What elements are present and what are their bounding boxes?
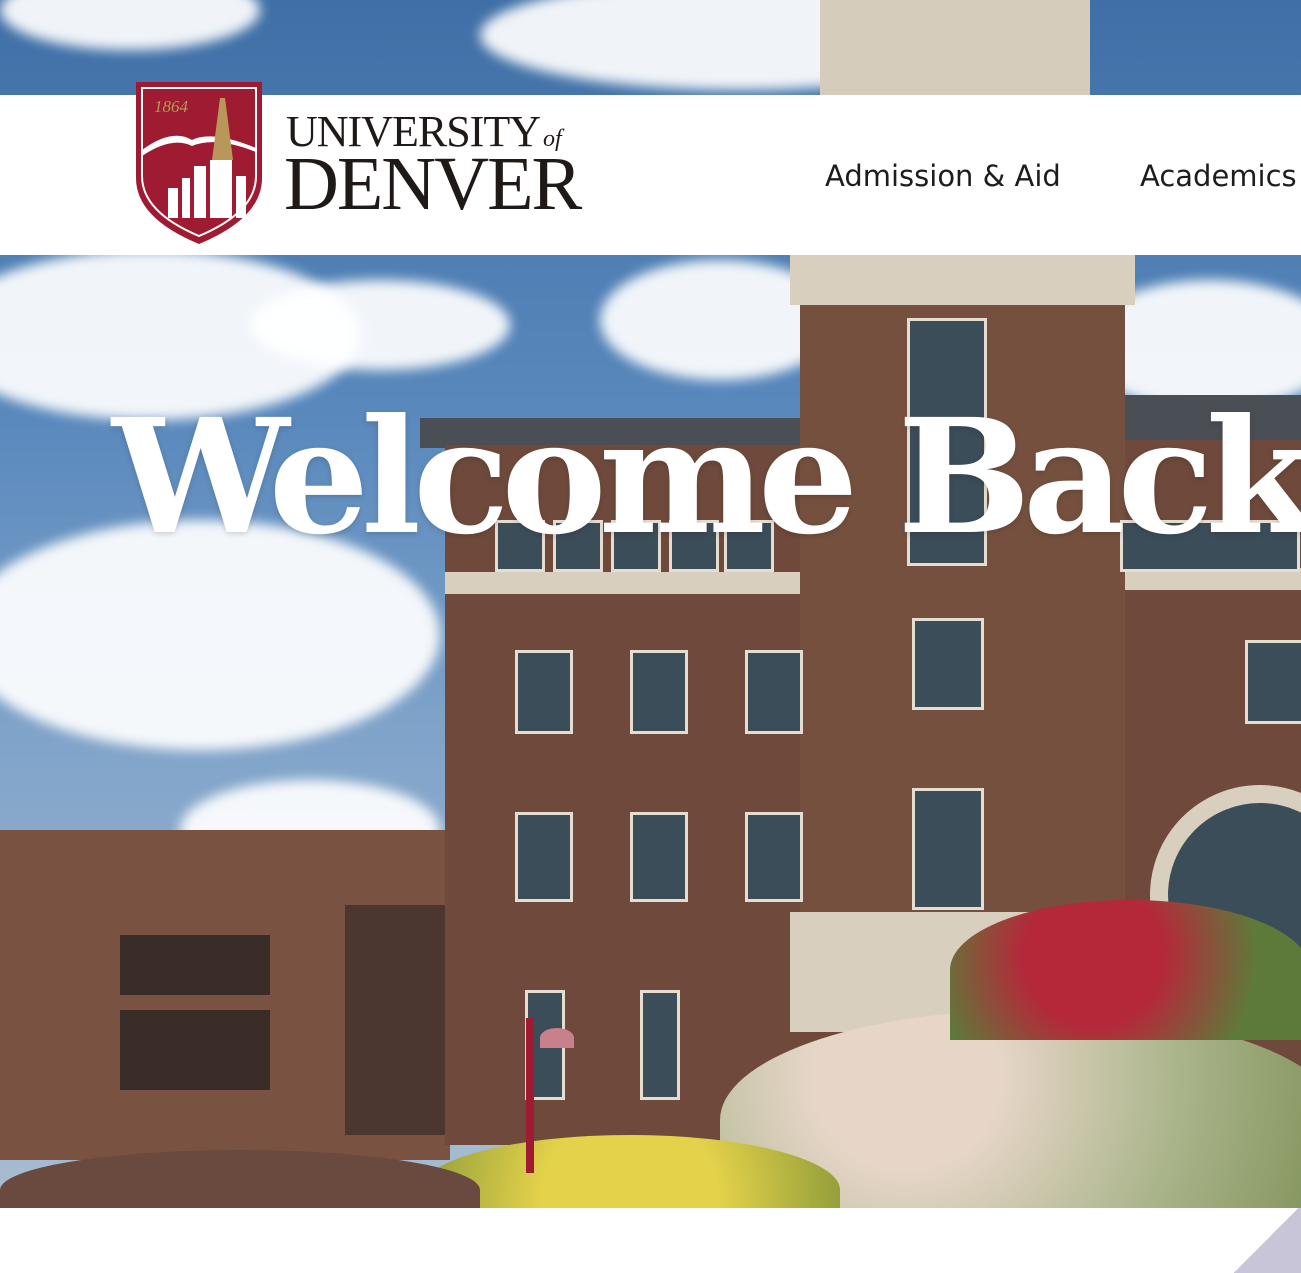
site-header: 1864 UNIVERSITY of DENVER Admission & Ai… xyxy=(0,82,1301,255)
content-section-start xyxy=(0,1208,1301,1273)
building-window xyxy=(640,990,680,1100)
parking-wall xyxy=(345,905,450,1135)
building-window xyxy=(630,812,688,902)
cloud xyxy=(250,280,510,370)
lamp-head xyxy=(540,1028,574,1048)
nav-admission-aid[interactable]: Admission & Aid xyxy=(825,159,1061,193)
red-flowers xyxy=(950,900,1301,1040)
tower-window xyxy=(912,618,984,710)
university-wordmark: UNIVERSITY of DENVER xyxy=(284,110,582,226)
building-trim xyxy=(445,572,845,594)
university-shield-icon: 1864 xyxy=(136,82,262,244)
hero-title: Welcome Back, xyxy=(112,385,1301,570)
cloud xyxy=(0,0,260,50)
tower-top xyxy=(820,0,1090,95)
building-window xyxy=(515,812,573,902)
building-window xyxy=(1245,640,1301,724)
tower-window xyxy=(912,788,984,910)
logo-year: 1864 xyxy=(154,97,189,116)
building-window xyxy=(745,812,803,902)
building-window xyxy=(630,650,688,734)
tower-cap xyxy=(790,255,1135,305)
university-logo-link[interactable]: 1864 UNIVERSITY of DENVER xyxy=(132,78,592,248)
parking-level xyxy=(120,935,270,995)
building-window xyxy=(745,650,803,734)
wordmark-denver: DENVER xyxy=(284,142,582,226)
nav-academics[interactable]: Academics xyxy=(1140,159,1297,193)
lamp-post xyxy=(526,1018,534,1173)
parking-level xyxy=(120,1010,270,1090)
building-window xyxy=(515,650,573,734)
corner-decoration xyxy=(1231,1208,1301,1273)
